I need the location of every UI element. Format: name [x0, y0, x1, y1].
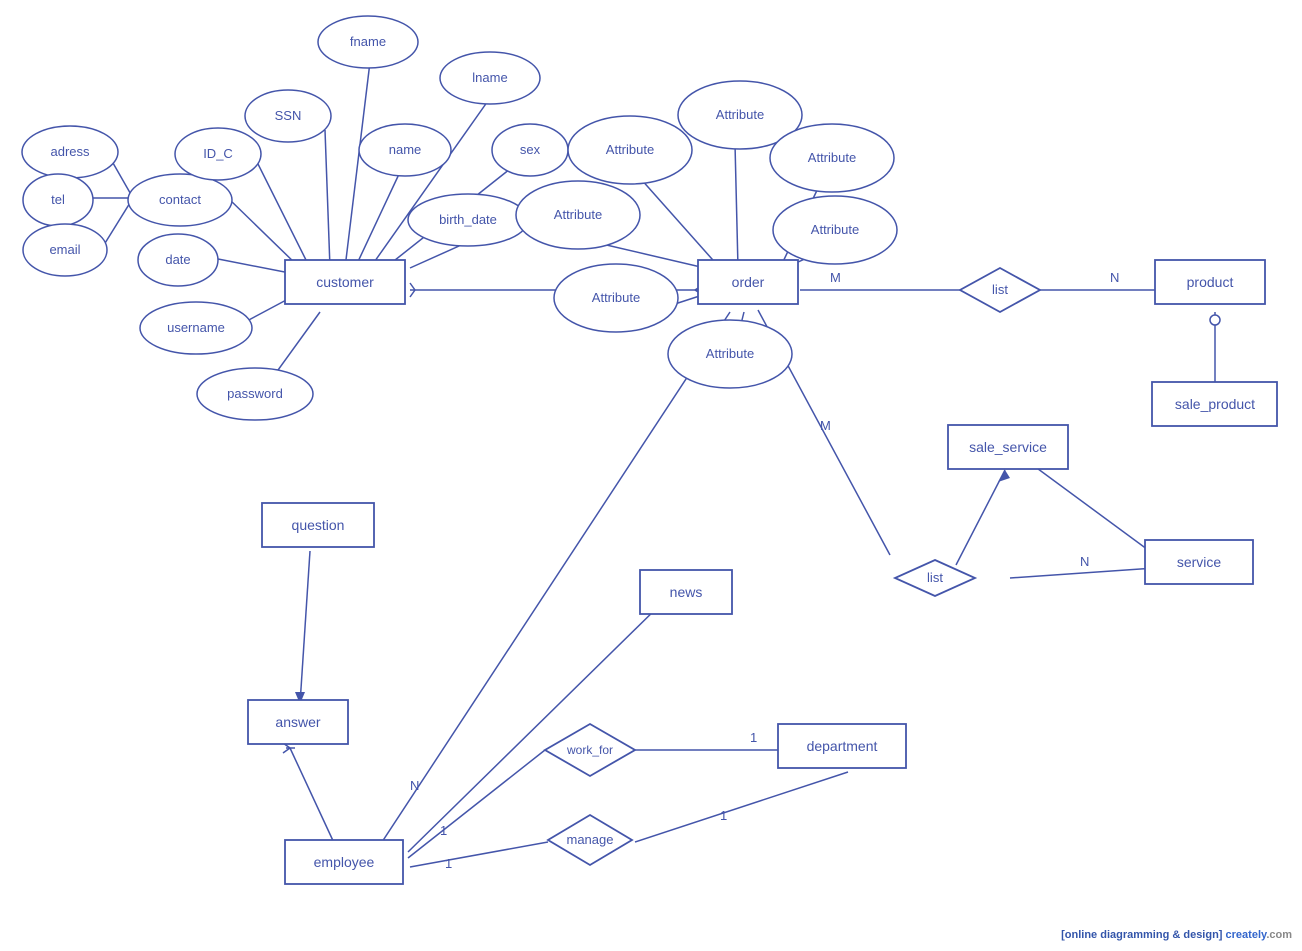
ellipse-attr4-label: Attribute	[554, 207, 602, 222]
ellipse-sex-label: sex	[520, 142, 541, 157]
svg-text:N: N	[1110, 270, 1119, 285]
ellipse-IDC-label: ID_C	[203, 146, 233, 161]
entity-order-label: order	[732, 274, 765, 290]
entity-answer-label: answer	[275, 714, 320, 730]
ellipse-contact-label: contact	[159, 192, 201, 207]
entity-sale-product-label: sale_product	[1175, 396, 1255, 412]
diamond-manage-label: manage	[567, 832, 614, 847]
ellipse-date-label: date	[165, 252, 190, 267]
entity-question-label: question	[292, 517, 345, 533]
diamond-list1-label: list	[992, 282, 1008, 297]
ellipse-SSN-label: SSN	[275, 108, 302, 123]
svg-text:1: 1	[720, 808, 727, 823]
svg-text:N: N	[1080, 554, 1089, 569]
ellipse-tel-label: tel	[51, 192, 65, 207]
entity-service-label: service	[1177, 554, 1222, 570]
diamond-list2-label: list	[927, 570, 943, 585]
entity-news-label: news	[670, 584, 703, 600]
svg-text:M: M	[820, 418, 831, 433]
entity-department-label: department	[807, 738, 878, 754]
watermark-text: [online diagramming & design]	[1061, 929, 1225, 941]
watermark: [online diagramming & design] creately.c…	[1061, 929, 1292, 941]
ellipse-name-label: name	[389, 142, 422, 157]
entity-customer-label: customer	[316, 274, 374, 290]
ellipse-fname-label: fname	[350, 34, 386, 49]
svg-text:M: M	[830, 270, 841, 285]
ellipse-email-label: email	[49, 242, 80, 257]
svg-text:N: N	[410, 778, 419, 793]
svg-text:1: 1	[445, 856, 452, 871]
er-diagram: M N M N 1 1	[0, 0, 1302, 951]
ellipse-password-label: password	[227, 386, 283, 401]
svg-text:1: 1	[750, 730, 757, 745]
diamond-work-for-label: work_for	[566, 743, 613, 757]
ellipse-attr1-label: Attribute	[716, 107, 764, 122]
ellipse-attr7-label: Attribute	[706, 346, 754, 361]
ellipse-attr3-label: Attribute	[606, 142, 654, 157]
ellipse-lname-label: lname	[472, 70, 507, 85]
entity-product-label: product	[1187, 274, 1234, 290]
ellipse-attr2-label: Attribute	[808, 150, 856, 165]
entity-employee-label: employee	[314, 854, 375, 870]
ellipse-adress-label: adress	[50, 144, 90, 159]
ellipse-username-label: username	[167, 320, 225, 335]
watermark-domain: .com	[1266, 929, 1292, 941]
ellipse-attr6-label: Attribute	[592, 290, 640, 305]
entity-sale-service-label: sale_service	[969, 439, 1047, 455]
ellipse-birth-date-label: birth_date	[439, 212, 497, 227]
diagram-canvas: M N M N 1 1	[0, 0, 1302, 951]
svg-text:1: 1	[440, 823, 447, 838]
watermark-brand: creately	[1226, 929, 1267, 941]
ellipse-attr5-label: Attribute	[811, 222, 859, 237]
